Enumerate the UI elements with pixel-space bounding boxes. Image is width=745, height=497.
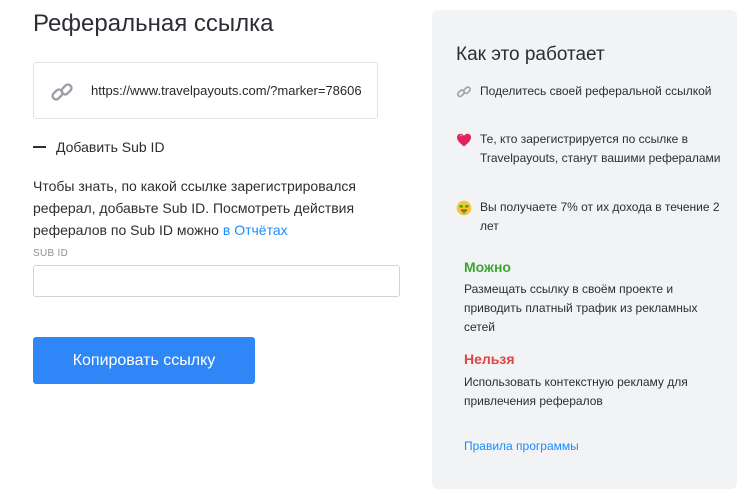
copy-link-button[interactable]: Копировать ссылку (33, 337, 255, 384)
allowed-text: Размещать ссылку в своём проекте и приво… (464, 282, 698, 334)
reports-link[interactable]: в Отчётах (223, 222, 288, 238)
link-icon (457, 86, 471, 98)
subid-label: SUB ID (33, 248, 69, 259)
referral-link-text[interactable]: https://www.travelpayouts.com/?marker=78… (91, 83, 369, 99)
add-subid-toggle[interactable]: Добавить Sub ID (33, 138, 165, 156)
subid-description-text: Чтобы знать, по какой ссылке зарегистрир… (33, 178, 357, 238)
forbidden-text: Использовать контекстную рекламу для при… (464, 375, 688, 408)
subid-input[interactable] (33, 265, 400, 297)
step-text: Те, кто зарегистрируется по ссылке в Tra… (480, 132, 721, 165)
page-title: Реферальная ссылка (33, 10, 274, 37)
how-it-works-panel: Как это работает Поделитесь своей рефера… (432, 10, 737, 489)
program-rules-link[interactable]: Правила программы (464, 438, 579, 454)
allowed-title: Можно (464, 259, 511, 275)
money-face-icon (456, 200, 472, 216)
heart-icon (457, 133, 471, 147)
subid-description: Чтобы знать, по какой ссылке зарегистрир… (33, 175, 403, 241)
step-text: Вы получаете 7% от их дохода в течение 2… (480, 200, 720, 233)
how-it-works-title: Как это работает (456, 44, 605, 65)
referral-link-field[interactable]: https://www.travelpayouts.com/?marker=78… (33, 62, 378, 119)
forbidden-title: Нельзя (464, 351, 515, 367)
minus-icon (33, 146, 46, 148)
add-subid-label: Добавить Sub ID (56, 139, 165, 155)
link-icon (51, 83, 73, 101)
step-text: Поделитесь своей реферальной ссылкой (480, 84, 712, 98)
